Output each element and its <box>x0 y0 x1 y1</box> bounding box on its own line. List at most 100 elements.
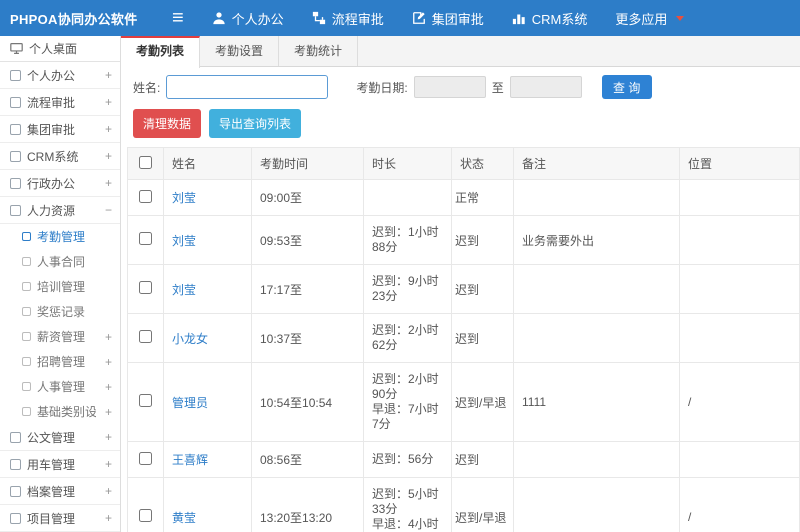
sidebar-subitem[interactable]: 基础类别设置 + <box>0 399 120 424</box>
expand-toggle-icon[interactable]: + <box>102 511 112 525</box>
query-button[interactable]: 查 询 <box>601 75 652 99</box>
row-checkbox-cell <box>127 313 164 363</box>
sidebar-item[interactable]: CRM系统 + <box>0 143 120 170</box>
sidebar-item[interactable]: 档案管理 + <box>0 478 120 505</box>
nav-more-apps[interactable]: 更多应用 <box>601 0 698 36</box>
nav-workflow-approval[interactable]: 流程审批 <box>298 0 398 36</box>
name-filter-input[interactable] <box>166 75 329 99</box>
sidebar-item-desktop[interactable]: 个人桌面 <box>0 36 120 62</box>
employee-name-link[interactable]: 王喜辉 <box>172 453 208 467</box>
submenu-icon <box>22 332 31 341</box>
sidebar-subitem[interactable]: 薪资管理 + <box>0 324 120 349</box>
expand-toggle-icon[interactable]: + <box>102 405 112 419</box>
note-cell: 1111 <box>513 362 680 442</box>
note-cell <box>513 441 680 478</box>
employee-name-link[interactable]: 管理员 <box>172 396 208 410</box>
employee-name-link[interactable]: 黄莹 <box>172 511 196 525</box>
sidebar-item[interactable]: 流程审批 + <box>0 89 120 116</box>
menu-icon <box>10 177 21 189</box>
sidebar-subitem[interactable]: 人事管理 + <box>0 374 120 399</box>
nav-group-approval[interactable]: 集团审批 <box>398 0 498 36</box>
expand-toggle-icon[interactable]: − <box>102 203 112 217</box>
note-cell <box>513 264 680 314</box>
row-checkbox-cell <box>127 264 164 314</box>
note-cell <box>513 313 680 363</box>
sidebar-subitem-label: 考勤管理 <box>37 230 86 244</box>
column-header: 时长 <box>363 147 452 180</box>
nav-personal-office[interactable]: 个人办公 <box>198 0 298 36</box>
expand-toggle-icon[interactable]: + <box>102 430 112 444</box>
export-list-button[interactable]: 导出查询列表 <box>209 109 302 138</box>
expand-toggle-icon[interactable]: + <box>102 68 112 82</box>
column-header: 备注 <box>513 147 680 180</box>
table-row: 刘莹 09:53至 迟到：1小时88分 迟到 业务需要外出 <box>127 215 800 265</box>
expand-toggle-icon[interactable]: + <box>102 95 112 109</box>
sidebar-subitem-label: 人事合同 <box>37 255 86 269</box>
employee-name-link[interactable]: 刘莹 <box>172 283 196 297</box>
employee-name-link[interactable]: 刘莹 <box>172 234 196 248</box>
column-header: 姓名 <box>163 147 252 180</box>
sidebar-item[interactable]: 个人办公 + <box>0 62 120 89</box>
clear-data-button[interactable]: 清理数据 <box>133 109 202 138</box>
sidebar-item[interactable]: 集团审批 + <box>0 116 120 143</box>
date-from-input[interactable] <box>413 76 486 98</box>
expand-toggle-icon[interactable]: + <box>102 355 112 369</box>
menu-toggle-icon[interactable]: ≡ <box>158 0 198 36</box>
row-checkbox[interactable] <box>139 451 152 465</box>
sidebar-subitem[interactable]: 培训管理 <box>0 274 120 299</box>
tab-attendance-list[interactable]: 考勤列表 <box>121 36 201 68</box>
sidebar-item[interactable]: 人力资源 − <box>0 197 120 224</box>
employee-name-link[interactable]: 刘莹 <box>172 191 196 205</box>
row-checkbox[interactable] <box>139 330 152 343</box>
filter-bar: 姓名: 考勤日期: 至 查 询 <box>121 67 800 107</box>
sidebar-subitem[interactable]: 人事合同 <box>0 249 120 274</box>
location-cell: / <box>679 477 800 532</box>
table-body: 刘莹 09:00至 正常 刘莹 09:53至 迟到：1小时88分 迟到 业务需要外出 刘莹 17:… <box>127 179 800 532</box>
menu-icon <box>10 512 21 524</box>
nav-crm-system[interactable]: CRM系统 <box>498 0 602 36</box>
expand-toggle-icon[interactable]: + <box>102 176 112 190</box>
employee-name-link[interactable]: 小龙女 <box>172 332 208 346</box>
date-filter-label: 考勤日期: <box>356 80 408 95</box>
duration-cell: 迟到：9小时23分 <box>363 264 452 314</box>
menu-icon <box>10 96 21 108</box>
expand-toggle-icon[interactable]: + <box>102 149 112 163</box>
sidebar-item[interactable]: 项目管理 + <box>0 505 120 532</box>
row-checkbox[interactable] <box>139 281 152 294</box>
submenu-icon <box>22 382 31 391</box>
tab-attendance-stats[interactable]: 考勤统计 <box>279 36 359 66</box>
status-cell: 迟到/早退 <box>451 362 514 442</box>
nav-label: 流程审批 <box>331 11 384 27</box>
note-cell: 业务需要外出 <box>513 215 680 265</box>
sidebar-subitem[interactable]: 考勤管理 <box>0 224 120 249</box>
row-checkbox[interactable] <box>139 394 152 407</box>
table-row: 刘莹 09:00至 正常 <box>127 179 800 216</box>
tab-attendance-settings[interactable]: 考勤设置 <box>200 36 280 66</box>
sidebar-item[interactable]: 行政办公 + <box>0 170 120 197</box>
attendance-time-cell: 09:53至 <box>251 215 364 265</box>
column-header: 考勤时间 <box>251 147 364 180</box>
date-to-input[interactable] <box>509 76 582 98</box>
sidebar-item[interactable]: 用车管理 + <box>0 451 120 478</box>
expand-toggle-icon[interactable]: + <box>102 484 112 498</box>
expand-toggle-icon[interactable]: + <box>102 380 112 394</box>
row-checkbox[interactable] <box>139 509 152 522</box>
table-row: 王喜辉 08:56至 迟到：56分 迟到 <box>127 441 800 478</box>
sidebar-subitem[interactable]: 招聘管理 + <box>0 349 120 374</box>
expand-toggle-icon[interactable]: + <box>102 457 112 471</box>
attendance-time-cell: 08:56至 <box>251 441 364 478</box>
attendance-time-cell: 10:37至 <box>251 313 364 363</box>
select-all-checkbox[interactable] <box>139 155 152 169</box>
sidebar-item[interactable]: 公文管理 + <box>0 424 120 451</box>
date-to-label: 至 <box>491 80 504 95</box>
nav-label: 集团审批 <box>431 11 484 27</box>
expand-toggle-icon[interactable]: + <box>102 122 112 136</box>
sidebar-subitem[interactable]: 奖惩记录 <box>0 299 120 324</box>
row-checkbox[interactable] <box>139 232 152 245</box>
row-checkbox[interactable] <box>139 189 152 203</box>
duration-cell <box>363 179 452 216</box>
sidebar-subitem-label: 奖惩记录 <box>37 305 86 319</box>
expand-toggle-icon[interactable]: + <box>102 330 112 344</box>
menu-icon <box>10 431 21 443</box>
sidebar-item-label: 行政办公 <box>27 176 76 191</box>
